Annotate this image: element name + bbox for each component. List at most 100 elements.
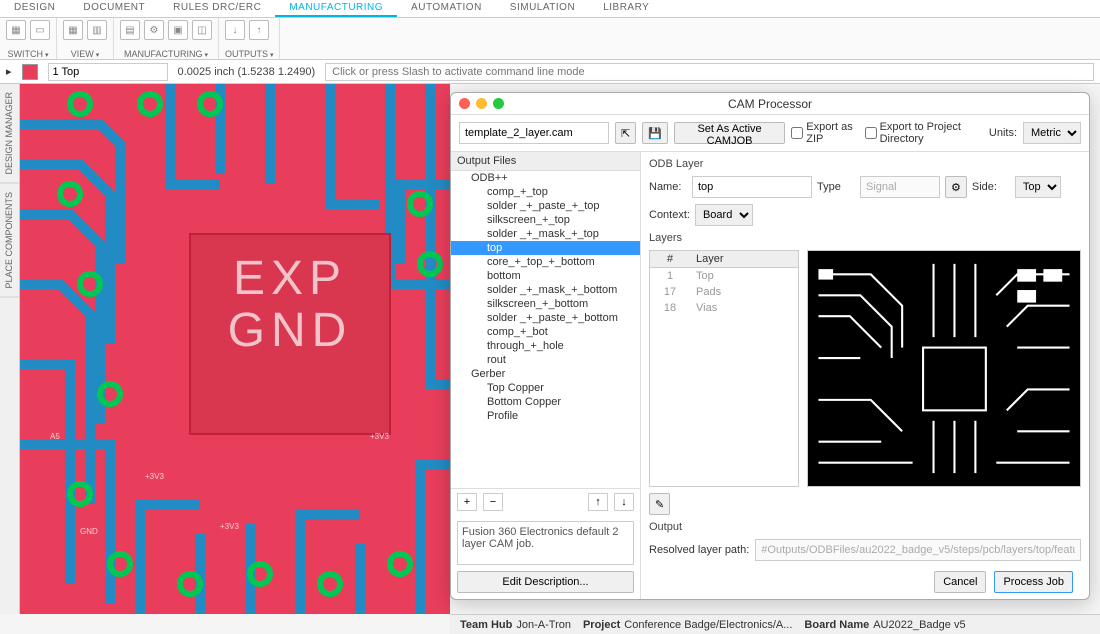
tree-item[interactable]: comp_+_top [451,185,640,199]
minimize-icon[interactable] [476,98,487,109]
tree-item[interactable]: bottom [451,269,640,283]
description-box: Fusion 360 Electronics default 2 layer C… [457,521,634,565]
out-icon-2[interactable]: ↑ [249,20,269,40]
units-select[interactable]: Metric [1023,122,1081,144]
tree-item[interactable]: solder _+_mask_+_top [451,227,640,241]
pcb-canvas[interactable]: EXP GND A5+3V3+3V3 GND+3V3 [20,84,450,614]
mfg-icon-2[interactable]: ⚙ [144,20,164,40]
tree-item[interactable]: rout [451,353,640,367]
context-select[interactable]: Board [695,204,753,226]
add-output-button[interactable]: + [457,493,477,511]
command-line[interactable] [325,63,1094,81]
ribbon-view-label[interactable]: VIEW [63,49,107,59]
svg-text:A5: A5 [50,432,60,441]
svg-text:GND: GND [80,527,98,536]
tab-manufacturing[interactable]: MANUFACTURING [275,0,397,17]
layer-select[interactable] [48,63,168,81]
maximize-icon[interactable] [493,98,504,109]
side-tab-place-components[interactable]: PLACE COMPONENTS [0,184,19,298]
layers-col-num: # [650,251,690,267]
view-icon-1[interactable]: ▦ [63,20,83,40]
cam-processor-dialog: CAM Processor ⇱ 💾 Set As Active CAMJOB E… [450,92,1090,600]
ribbon: ▦ ▭ SWITCH ▦ ▥ VIEW ▤ ⚙ ▣ ◫ MANUFACTURIN… [0,18,1100,60]
tree-item[interactable]: Bottom Copper [451,395,640,409]
svg-text:+3V3: +3V3 [220,522,239,531]
tree-item[interactable]: comp_+_bot [451,325,640,339]
side-tab-design-manager[interactable]: DESIGN MANAGER [0,84,19,184]
dialog-titlebar[interactable]: CAM Processor [451,93,1089,115]
tree-item[interactable]: solder _+_paste_+_top [451,199,640,213]
out-icon-1[interactable]: ↓ [225,20,245,40]
ribbon-out-label[interactable]: OUTPUTS [225,49,273,59]
tree-item[interactable]: top [451,241,640,255]
tree-item[interactable]: Top Copper [451,381,640,395]
side-select[interactable]: Top [1015,176,1061,198]
cancel-button[interactable]: Cancel [934,571,986,593]
save-file-button[interactable]: 💾 [642,122,668,144]
open-file-button[interactable]: ⇱ [615,122,636,144]
output-files-header: Output Files [451,152,640,171]
tree-item[interactable]: Profile [451,409,640,423]
ribbon-switch-label[interactable]: SWITCH [6,49,50,59]
type-input [860,176,940,198]
layers-col-layer: Layer [690,251,798,267]
close-icon[interactable] [459,98,470,109]
move-up-button[interactable]: ↑ [588,493,608,511]
layers-table[interactable]: # Layer 1Top17Pads18Vias [649,250,799,487]
board-name-value: AU2022_Badge v5 [873,619,965,631]
svg-text:+3V3: +3V3 [370,432,389,441]
tab-automation[interactable]: AUTOMATION [397,0,496,17]
mfg-icon-1[interactable]: ▤ [120,20,140,40]
layers-label: Layers [649,232,1081,244]
process-job-button[interactable]: Process Job [994,571,1073,593]
context-label: Context: [649,209,690,221]
tree-item[interactable]: ODB++ [451,171,640,185]
detail-panel: ODB Layer Name: Type ⚙ Side: Top Context… [641,152,1089,599]
tree-item[interactable]: solder _+_mask_+_bottom [451,283,640,297]
output-section-label: Output [649,521,1081,533]
output-tree[interactable]: ODB++comp_+_topsolder _+_paste_+_topsilk… [451,171,640,488]
view-icon-2[interactable]: ▥ [87,20,107,40]
tab-design[interactable]: DESIGN [0,0,69,17]
layer-color-swatch[interactable] [22,64,38,80]
status-bar: Team HubJon-A-Tron ProjectConference Bad… [450,614,1100,634]
tree-item[interactable]: solder _+_paste_+_bottom [451,311,640,325]
edit-layers-button[interactable]: ✎ [649,493,670,515]
move-down-button[interactable]: ↓ [614,493,634,511]
switch-icon-2[interactable]: ▭ [30,20,50,40]
dialog-title: CAM Processor [451,97,1089,111]
resolved-path-label: Resolved layer path: [649,544,749,556]
tab-library[interactable]: LIBRARY [589,0,663,17]
tree-item[interactable]: silkscreen_+_top [451,213,640,227]
mfg-icon-4[interactable]: ◫ [192,20,212,40]
tree-item[interactable]: silkscreen_+_bottom [451,297,640,311]
units-label: Units: [989,127,1017,139]
switch-icon-1[interactable]: ▦ [6,20,26,40]
svg-text:+3V3: +3V3 [145,472,164,481]
name-input[interactable] [692,176,812,198]
ribbon-mfg-label[interactable]: MANUFACTURING [120,49,212,59]
tree-item[interactable]: through_+_hole [451,339,640,353]
tab-rules[interactable]: RULES DRC/ERC [159,0,275,17]
mfg-icon-3[interactable]: ▣ [168,20,188,40]
template-input[interactable] [459,122,609,144]
edit-description-button[interactable]: Edit Description... [457,571,634,593]
tab-document[interactable]: DOCUMENT [69,0,159,17]
table-row[interactable]: 1Top [650,268,798,284]
table-row[interactable]: 17Pads [650,284,798,300]
tree-item[interactable]: Gerber [451,367,640,381]
history-icon[interactable]: ▸ [6,65,12,78]
coordinates: 0.0025 inch (1.5238 1.2490) [178,66,316,78]
export-dir-checkbox[interactable]: Export to Project Directory [865,121,983,145]
table-row[interactable]: 18Vias [650,300,798,316]
type-gear-button[interactable]: ⚙ [945,176,967,198]
team-hub-value: Jon-A-Tron [516,619,571,631]
main-tabs: DESIGN DOCUMENT RULES DRC/ERC MANUFACTUR… [0,0,1100,18]
tab-simulation[interactable]: SIMULATION [496,0,589,17]
layer-bar: ▸ 0.0025 inch (1.5238 1.2490) [0,60,1100,84]
export-zip-checkbox[interactable]: Export as ZIP [791,121,858,145]
set-active-camjob-button[interactable]: Set As Active CAMJOB [674,122,785,144]
tree-item[interactable]: core_+_top_+_bottom [451,255,640,269]
side-label: Side: [972,181,1010,193]
remove-output-button[interactable]: − [483,493,503,511]
